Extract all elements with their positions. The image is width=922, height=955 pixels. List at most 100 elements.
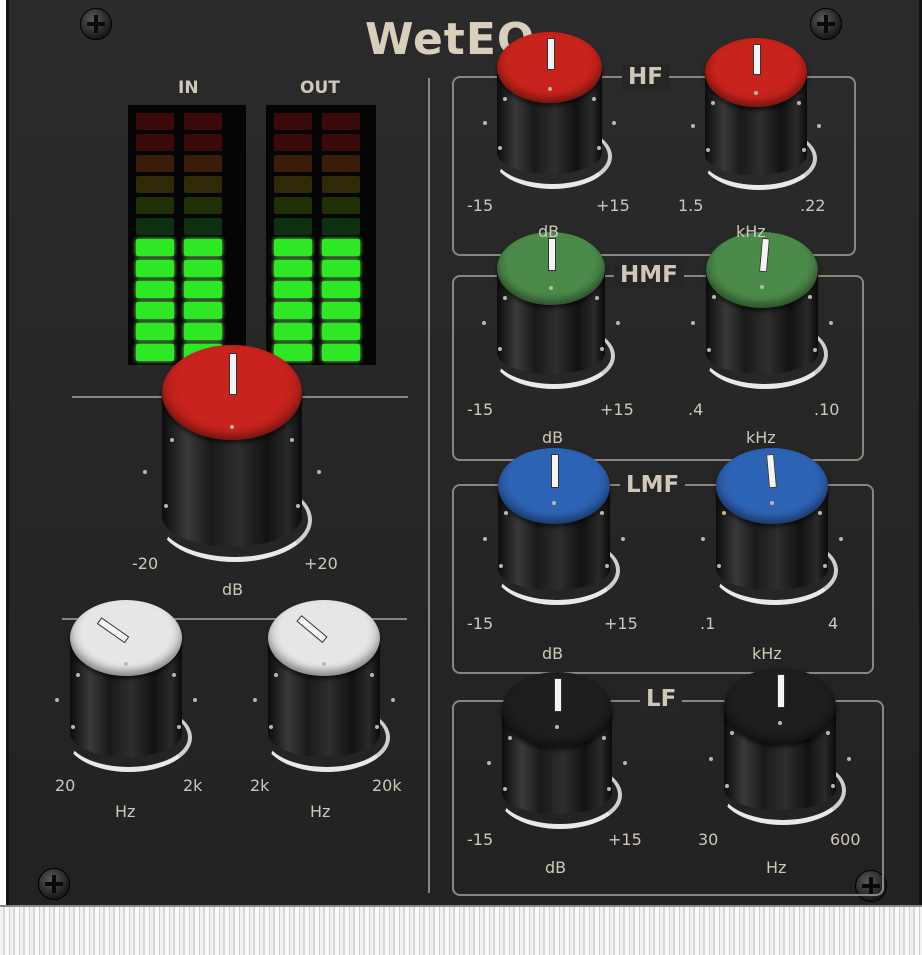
scale-tick <box>268 724 273 729</box>
lmf-freq-knob[interactable] <box>712 448 838 605</box>
meter-segment <box>322 281 360 298</box>
lf-freq-knob[interactable] <box>720 668 846 825</box>
lf-freq-unit-label: Hz <box>766 858 787 877</box>
lp-unit-label: Hz <box>310 802 331 821</box>
hf-gain-min-label: -15 <box>467 196 494 215</box>
scale-tick <box>615 320 620 325</box>
scale-tick <box>369 672 374 677</box>
lf-gain-max-label: +15 <box>608 830 642 849</box>
hmf-freq-knob[interactable] <box>702 232 828 389</box>
lf-gain-min-label: -15 <box>467 830 494 849</box>
meter-segment <box>322 302 360 319</box>
lp-max-label: 20k <box>372 776 402 795</box>
screw-icon <box>810 8 842 40</box>
scale-tick <box>552 500 556 505</box>
divider <box>300 396 408 398</box>
hf-freq-knob[interactable] <box>701 38 817 190</box>
scale-tick <box>700 536 705 541</box>
out-meter-label: OUT <box>300 78 340 98</box>
hp-unit-label: Hz <box>115 802 136 821</box>
hf-gain-knob[interactable] <box>493 32 612 189</box>
lp-filter-knob[interactable] <box>264 600 390 772</box>
meter-segment <box>322 239 360 256</box>
meter-segment <box>274 113 312 130</box>
input-level-meter <box>128 105 246 365</box>
scale-tick <box>498 563 503 568</box>
hp-filter-knob[interactable] <box>66 600 192 772</box>
scale-tick <box>690 320 695 325</box>
lf-freq-min-label: 30 <box>698 830 719 849</box>
weteq-plugin: WetEQ IN OUT HF HMF LMF LF -20 +20 dB 20… <box>0 0 922 955</box>
meter-segment <box>322 176 360 193</box>
scale-tick <box>252 698 257 703</box>
meter-segment <box>136 113 174 130</box>
meter-segment <box>136 155 174 172</box>
meter-segment <box>274 218 312 235</box>
meter-segment <box>184 197 222 214</box>
scale-tick <box>831 783 836 788</box>
lmf-title: LMF <box>620 472 686 498</box>
screw-icon <box>38 868 70 900</box>
meter-segment <box>184 260 222 277</box>
scale-tick <box>817 123 822 128</box>
knob-pointer <box>229 353 237 395</box>
scale-tick <box>502 96 507 101</box>
scale-tick <box>599 511 604 516</box>
meter-segment <box>274 197 312 214</box>
meter-segment <box>322 344 360 361</box>
meter-segment <box>136 218 174 235</box>
meter-segment <box>274 302 312 319</box>
scale-tick <box>274 672 279 677</box>
meter-segment <box>136 323 174 340</box>
meter-segment <box>274 155 312 172</box>
scale-tick <box>716 563 721 568</box>
meter-segment <box>136 239 174 256</box>
scale-tick <box>70 724 75 729</box>
scale-tick <box>601 735 606 740</box>
meter-segment <box>322 260 360 277</box>
lmf-gain-max-label: +15 <box>604 614 638 633</box>
lf-freq-max-label: 600 <box>830 830 861 849</box>
output-gain-knob[interactable] <box>158 345 312 562</box>
scale-tick <box>486 760 491 765</box>
hf-freq-unit-label: kHz <box>736 222 766 241</box>
lf-gain-knob[interactable] <box>498 672 622 829</box>
meter-segment <box>274 239 312 256</box>
scale-tick <box>817 511 822 516</box>
divider <box>72 396 162 398</box>
panel-bottom-edge <box>0 905 922 955</box>
scale-tick <box>706 347 711 352</box>
meter-segment <box>322 113 360 130</box>
meter-segment <box>136 260 174 277</box>
hf-gain-max-label: +15 <box>596 196 630 215</box>
knob-pointer <box>551 454 559 488</box>
meter-segment <box>322 197 360 214</box>
lmf-gain-min-label: -15 <box>467 614 494 633</box>
scale-tick <box>600 346 605 351</box>
meter-segment <box>184 302 222 319</box>
lmf-freq-min-label: .1 <box>700 614 716 633</box>
meter-segment <box>274 134 312 151</box>
scale-tick <box>547 87 552 92</box>
meter-segment <box>136 197 174 214</box>
meter-segment <box>322 218 360 235</box>
hf-gain-unit-label: dB <box>538 222 560 241</box>
scale-tick <box>690 123 695 128</box>
meter-segment <box>184 218 222 235</box>
scale-tick <box>482 536 487 541</box>
hf-freq-min-label: 1.5 <box>678 196 704 215</box>
hmf-gain-knob[interactable] <box>493 232 615 389</box>
scale-tick <box>497 146 502 150</box>
scale-tick <box>708 756 713 761</box>
hmf-freq-unit-label: kHz <box>746 428 776 447</box>
lmf-gain-knob[interactable] <box>494 448 620 605</box>
scale-tick <box>705 148 710 153</box>
meter-segment <box>136 176 174 193</box>
scale-tick <box>710 100 715 105</box>
scale-tick <box>825 731 830 736</box>
meter-segment <box>274 260 312 277</box>
hmf-freq-min-label: .4 <box>688 400 704 419</box>
meter-segment <box>322 134 360 151</box>
knob-pointer <box>548 238 556 271</box>
scale-tick <box>76 672 81 677</box>
